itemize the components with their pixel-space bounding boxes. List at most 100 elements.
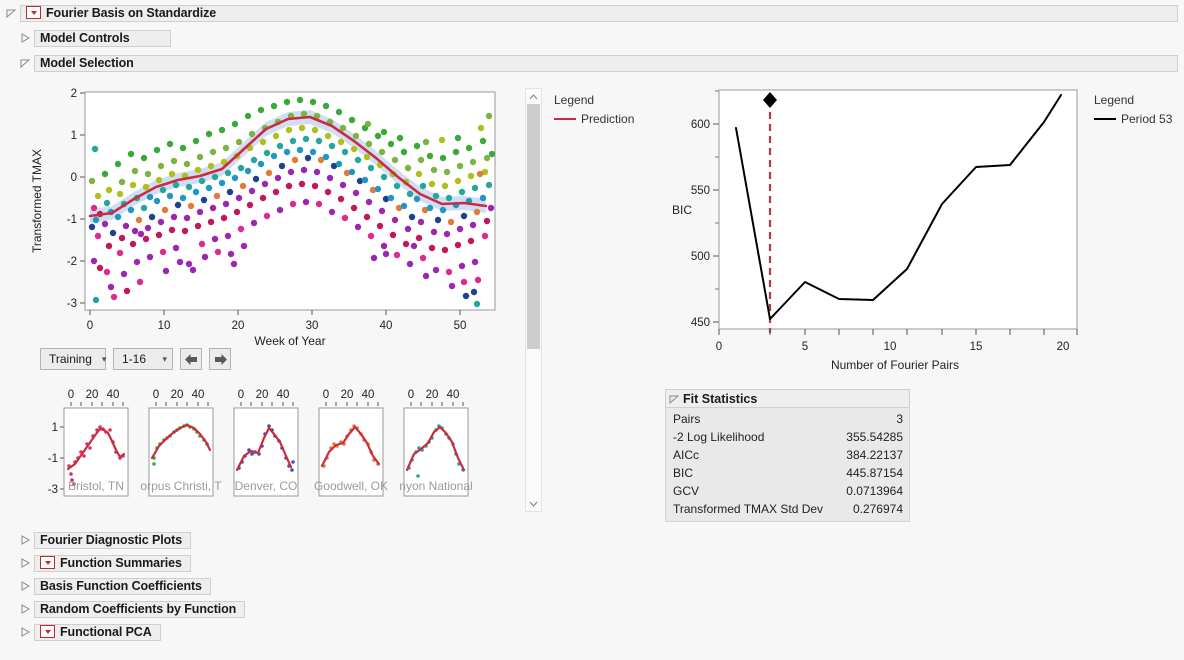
- disclosure-closed-icon[interactable]: [20, 604, 30, 614]
- legend-entry-prediction[interactable]: Prediction: [554, 112, 634, 126]
- stat-label: Transformed TMAX Std Dev: [673, 502, 823, 516]
- model-controls-label: Model Controls: [40, 31, 130, 45]
- section-header-model-selection[interactable]: Model Selection: [20, 53, 1178, 73]
- svg-text:0: 0: [87, 320, 93, 332]
- svg-text:20: 20: [232, 320, 245, 332]
- scroll-down-button[interactable]: [526, 496, 541, 511]
- section-header-fourier-diagnostic-plots[interactable]: Fourier Diagnostic Plots: [20, 530, 706, 550]
- svg-text:500: 500: [691, 251, 710, 263]
- transformed-tmax-scatter-chart: Transformed TMAX 2 1 0 -1 -2 -3: [28, 86, 508, 346]
- section-header-basis-function-coefficients[interactable]: Basis Function Coefficients: [20, 576, 706, 596]
- previous-page-button[interactable]: [180, 348, 202, 370]
- fourier-diagnostic-plots-box[interactable]: Fourier Diagnostic Plots: [34, 532, 191, 549]
- disclosure-open-icon[interactable]: [20, 58, 30, 68]
- function-summaries-box[interactable]: Function Summaries: [34, 555, 191, 572]
- disclosure-open-icon[interactable]: [669, 394, 679, 404]
- bic-x-ticks: 0 5 10 15 20: [716, 329, 1077, 353]
- fit-statistics-table: Pairs 3 -2 Log Likelihood 355.54285 AICc…: [665, 408, 910, 522]
- basis-function-coefficients-box[interactable]: Basis Function Coefficients: [34, 578, 211, 595]
- model-selection-title-box[interactable]: Model Selection: [34, 55, 1178, 72]
- disclosure-closed-icon[interactable]: [20, 581, 30, 591]
- svg-text:-3: -3: [67, 298, 77, 310]
- arrow-left-icon: [184, 353, 199, 366]
- functional-pca-label: Functional PCA: [60, 625, 152, 639]
- section-header-functional-pca[interactable]: Functional PCA: [20, 622, 706, 642]
- stat-value: 3: [896, 412, 903, 426]
- collapsed-sections: Fourier Diagnostic Plots Function Summar…: [6, 530, 706, 645]
- function-summaries-label: Function Summaries: [60, 556, 182, 570]
- svg-text:20: 20: [1057, 341, 1070, 353]
- small-multiple-panel: 0 20 40 nyon National: [399, 389, 472, 496]
- table-row: AICc 384.22137: [666, 446, 909, 464]
- stat-value: 445.87154: [846, 466, 903, 480]
- section-header-function-summaries[interactable]: Function Summaries: [20, 553, 706, 573]
- section-header-model-controls[interactable]: Model Controls: [20, 28, 1178, 48]
- svg-text:15: 15: [970, 341, 983, 353]
- stat-value: 0.0713964: [846, 484, 903, 498]
- svg-text:0: 0: [238, 389, 244, 401]
- svg-text:-3: -3: [48, 484, 58, 496]
- stat-value: 384.22137: [846, 448, 903, 462]
- disclosure-closed-icon[interactable]: [20, 558, 30, 568]
- svg-text:40: 40: [447, 389, 460, 401]
- chevron-down-icon: ▾: [162, 354, 167, 365]
- fourier-basis-title-box[interactable]: Fourier Basis on Standardize: [20, 5, 1178, 22]
- fit-statistics-header[interactable]: Fit Statistics: [665, 389, 910, 408]
- svg-text:550: 550: [691, 185, 710, 197]
- y-axis-label: Transformed TMAX: [30, 149, 44, 253]
- arrow-right-icon: [213, 353, 228, 366]
- station-small-multiples: 1 -1 -3 0 20 40 Bristol, TN 0 20 40: [28, 386, 508, 511]
- panel-label: Denver, CO: [235, 479, 298, 493]
- svg-text:20: 20: [86, 389, 99, 401]
- dataset-select-value: Training: [49, 352, 92, 366]
- svg-text:20: 20: [256, 389, 269, 401]
- svg-text:40: 40: [362, 389, 375, 401]
- legend-entry-period[interactable]: Period 53: [1094, 112, 1172, 126]
- table-row: Transformed TMAX Std Dev 0.276974: [666, 500, 909, 518]
- disclosure-closed-icon[interactable]: [20, 627, 30, 637]
- legend-title: Legend: [554, 93, 634, 107]
- random-coefficients-box[interactable]: Random Coefficients by Function: [34, 601, 245, 618]
- svg-text:50: 50: [454, 320, 467, 332]
- red-triangle-menu-icon[interactable]: [40, 556, 55, 569]
- red-triangle-menu-icon[interactable]: [40, 625, 55, 638]
- small-multiple-panel: 0 20 40 Goodwell, OK: [314, 389, 388, 496]
- section-header-random-coefficients[interactable]: Random Coefficients by Function: [20, 599, 706, 619]
- svg-text:20: 20: [171, 389, 184, 401]
- functional-pca-box[interactable]: Functional PCA: [34, 624, 161, 641]
- vertical-scrollbar[interactable]: [525, 88, 542, 512]
- red-triangle-menu-icon[interactable]: [26, 6, 41, 19]
- panel-label: Bristol, TN: [68, 479, 124, 493]
- bic-y-axis-label: BIC: [672, 203, 692, 217]
- next-page-button[interactable]: [209, 348, 231, 370]
- svg-text:40: 40: [277, 389, 290, 401]
- svg-text:20: 20: [426, 389, 439, 401]
- dataset-select[interactable]: Training ▾: [40, 348, 106, 370]
- section-header-fourier-basis[interactable]: Fourier Basis on Standardize: [6, 3, 1178, 23]
- svg-text:1: 1: [52, 422, 58, 434]
- disclosure-closed-icon[interactable]: [20, 33, 30, 43]
- legend-entry-label: Prediction: [581, 112, 634, 126]
- stat-value: 0.276974: [853, 502, 903, 516]
- prediction-legend: Legend Prediction: [554, 93, 634, 126]
- small-multiples-y-axis: 1 -1 -3: [48, 422, 64, 496]
- svg-text:30: 30: [306, 320, 319, 332]
- disclosure-open-icon[interactable]: [6, 8, 16, 18]
- bic-y-ticks: 600 550 500 450: [691, 91, 719, 329]
- small-multiple-panel: 0 20 40 orpus Christi, T: [140, 389, 222, 496]
- x-axis-ticks: 0 10 20 30 40 50: [87, 310, 467, 332]
- disclosure-closed-icon[interactable]: [20, 535, 30, 545]
- range-select[interactable]: 1-16 ▾: [113, 348, 173, 370]
- stat-label: GCV: [673, 484, 699, 498]
- svg-text:5: 5: [802, 341, 808, 353]
- table-row: -2 Log Likelihood 355.54285: [666, 428, 909, 446]
- line-swatch-icon: [554, 118, 576, 120]
- chevron-up-icon: [529, 94, 538, 100]
- scroll-up-button[interactable]: [526, 89, 541, 104]
- svg-text:-2: -2: [67, 256, 77, 268]
- model-controls-title-box[interactable]: Model Controls: [34, 30, 171, 47]
- random-coefficients-label: Random Coefficients by Function: [40, 602, 236, 616]
- panel-label: Goodwell, OK: [314, 479, 388, 493]
- scrollbar-thumb[interactable]: [527, 104, 540, 349]
- svg-text:600: 600: [691, 119, 710, 131]
